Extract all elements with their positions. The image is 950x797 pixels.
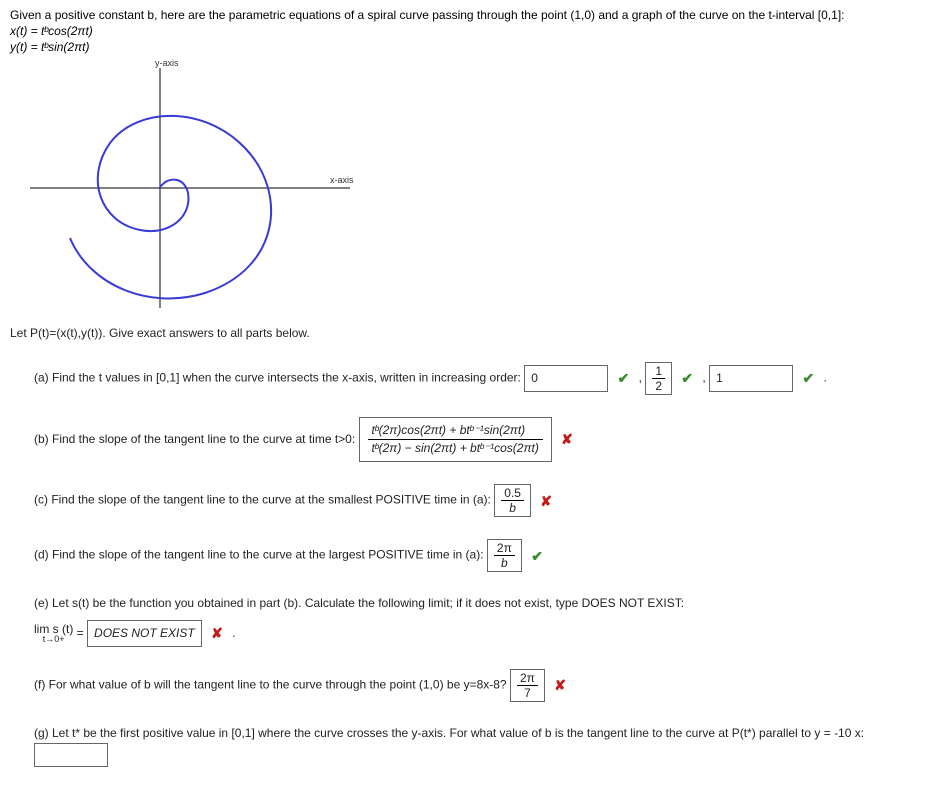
check-icon: ✔	[802, 370, 814, 386]
x-axis-label: x-axis	[330, 175, 354, 185]
part-e-prompt: (e) Let s(t) be the function you obtaine…	[34, 594, 940, 613]
d-answer-num: 2π	[494, 542, 515, 556]
d-answer-den: b	[501, 556, 508, 570]
part-a-prompt: (a) Find the t values in [0,1] when the …	[34, 371, 521, 385]
b-answer[interactable]: tᵇ(2π)cos(2πt) + btᵇ⁻¹sin(2πt) tᵇ(2π) − …	[359, 417, 552, 462]
b-answer-den: tᵇ(2π) − sin(2πt) + btᵇ⁻¹cos(2πt)	[372, 441, 539, 455]
part-b-prompt: (b) Find the slope of the tangent line t…	[34, 432, 355, 446]
check-icon: ✔	[681, 370, 693, 386]
cross-icon: ✘	[561, 431, 573, 447]
cross-icon: ✘	[211, 625, 223, 641]
c-answer[interactable]: 0.5 b	[494, 484, 531, 517]
b-answer-num: tᵇ(2π)cos(2πt) + btᵇ⁻¹sin(2πt)	[372, 423, 526, 437]
y-axis-label: y-axis	[155, 58, 179, 68]
check-icon: ✔	[531, 548, 543, 564]
eq-x: x(t) = tᵇcos(2πt)	[10, 24, 93, 38]
below-graph-text: Let P(t)=(x(t),y(t)). Give exact answers…	[10, 326, 940, 340]
a-answer-2[interactable]: 12	[645, 362, 672, 395]
eq-y: y(t) = tᵇsin(2πt)	[10, 40, 89, 54]
limit-expr: lim s (t)	[34, 623, 73, 635]
intro-line: Given a positive constant b, here are th…	[10, 8, 940, 22]
limit-subscript: t→0+	[34, 635, 73, 644]
c-answer-num: 0.5	[501, 487, 524, 501]
check-icon: ✔	[618, 370, 630, 386]
a-answer-1[interactable]: 0	[524, 365, 608, 392]
equals: =	[77, 625, 84, 639]
f-answer[interactable]: 2π 7	[510, 669, 545, 702]
part-d-prompt: (d) Find the slope of the tangent line t…	[34, 548, 484, 562]
f-answer-num: 2π	[517, 672, 538, 686]
f-answer-den: 7	[517, 686, 538, 699]
d-answer[interactable]: 2π b	[487, 539, 522, 572]
c-answer-den: b	[509, 501, 516, 515]
e-answer[interactable]: DOES NOT EXIST	[87, 620, 202, 647]
g-answer[interactable]	[34, 743, 108, 767]
part-f-prompt: (f) For what value of b will the tangent…	[34, 677, 507, 691]
cross-icon: ✘	[554, 677, 566, 693]
a-answer-3[interactable]: 1	[709, 365, 793, 392]
spiral-graph: y-axis x-axis	[10, 58, 370, 318]
part-c-prompt: (c) Find the slope of the tangent line t…	[34, 493, 491, 507]
cross-icon: ✘	[540, 493, 552, 509]
part-g-prompt: (g) Let t* be the first positive value i…	[34, 726, 864, 740]
